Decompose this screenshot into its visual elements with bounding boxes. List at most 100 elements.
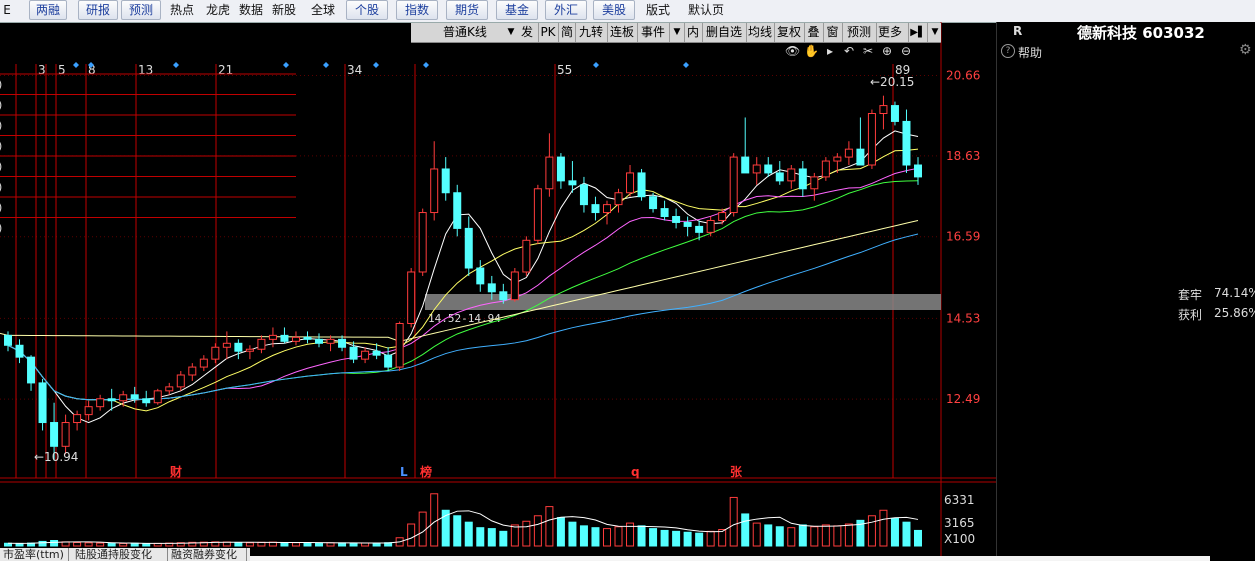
candle-body[interactable] bbox=[268, 334, 277, 340]
candle-body[interactable] bbox=[291, 336, 300, 342]
volume-bar[interactable] bbox=[73, 542, 82, 547]
candle-body[interactable] bbox=[545, 156, 554, 190]
volume-bar[interactable] bbox=[499, 530, 508, 547]
event-tag[interactable]: 张 bbox=[730, 464, 743, 479]
candle-body[interactable] bbox=[649, 196, 658, 210]
candle-body[interactable] bbox=[741, 156, 750, 174]
chart-tool-icon-5[interactable]: ⊕ bbox=[880, 44, 894, 58]
help-icon[interactable]: ? bbox=[1001, 44, 1015, 58]
candle-body[interactable] bbox=[637, 172, 646, 198]
volume-bar[interactable] bbox=[476, 527, 485, 547]
volume-bar[interactable] bbox=[706, 530, 715, 547]
toolbar-item-9[interactable]: 均线 bbox=[746, 23, 773, 42]
toolbar-item-1[interactable]: PK bbox=[538, 23, 557, 42]
candle-body[interactable] bbox=[752, 164, 761, 174]
volume-bar[interactable] bbox=[637, 525, 646, 547]
more-arrow-icon[interactable]: ▼ bbox=[927, 23, 942, 42]
candle-body[interactable] bbox=[245, 348, 254, 352]
nav-8[interactable]: 全球 bbox=[308, 0, 338, 20]
candle-body[interactable] bbox=[165, 386, 174, 392]
candle-body[interactable] bbox=[395, 322, 404, 368]
nav-16[interactable]: 默认页 bbox=[684, 0, 728, 20]
candle-body[interactable] bbox=[153, 390, 162, 404]
candle-body[interactable] bbox=[591, 204, 600, 214]
volume-bar[interactable] bbox=[430, 493, 439, 547]
event-tag[interactable]: L bbox=[400, 465, 408, 479]
chart-tool-icon-1[interactable]: ✋ bbox=[804, 44, 819, 58]
candle-body[interactable] bbox=[476, 267, 485, 285]
volume-bar[interactable] bbox=[879, 509, 888, 547]
candle-body[interactable] bbox=[729, 156, 738, 214]
toolbar-item-14[interactable]: 更多 bbox=[876, 23, 903, 42]
candle-body[interactable] bbox=[257, 338, 266, 350]
toolbar-item-4[interactable]: 连板 bbox=[607, 23, 636, 42]
nav-15[interactable]: 版式 bbox=[642, 0, 674, 20]
candle-body[interactable] bbox=[890, 105, 899, 122]
candle-body[interactable] bbox=[844, 148, 853, 158]
help-link[interactable]: 帮助 bbox=[1018, 44, 1042, 61]
candle-body[interactable] bbox=[384, 354, 393, 368]
candle-body[interactable] bbox=[130, 394, 139, 400]
candle-body[interactable] bbox=[176, 374, 185, 388]
chart-tool-icon-4[interactable]: ✂ bbox=[861, 44, 875, 58]
candle-body[interactable] bbox=[119, 394, 128, 402]
volume-bar[interactable] bbox=[902, 521, 911, 547]
bottom-tab-1[interactable]: 陆股通持股变化 bbox=[72, 548, 168, 561]
volume-bar[interactable] bbox=[844, 523, 853, 547]
volume-bar[interactable] bbox=[695, 532, 704, 547]
candle-body[interactable] bbox=[787, 168, 796, 182]
toolbar-item-7[interactable]: 内 bbox=[684, 23, 701, 42]
candle-body[interactable] bbox=[856, 148, 865, 166]
volume-bar[interactable] bbox=[315, 542, 324, 547]
volume-bar[interactable] bbox=[764, 524, 773, 547]
nav-7[interactable]: 新股 bbox=[267, 0, 301, 20]
volume-bar[interactable] bbox=[798, 524, 807, 547]
candle-body[interactable] bbox=[338, 338, 347, 348]
volume-bar[interactable] bbox=[280, 542, 289, 547]
candle-body[interactable] bbox=[810, 176, 819, 190]
volume-bar[interactable] bbox=[775, 526, 784, 547]
event-diamond-icon[interactable] bbox=[73, 62, 79, 68]
volume-bar[interactable] bbox=[867, 515, 876, 547]
candle-body[interactable] bbox=[614, 192, 623, 206]
chart-tool-icon-6[interactable]: ⊖ bbox=[899, 44, 913, 58]
nav-0[interactable]: E bbox=[0, 0, 14, 20]
candle-body[interactable] bbox=[660, 208, 669, 218]
kline-type-arrow[interactable]: ▼ bbox=[505, 23, 517, 42]
candle-body[interactable] bbox=[27, 356, 36, 384]
nav-3[interactable]: 预测 bbox=[121, 0, 161, 20]
nav-11[interactable]: 期货 bbox=[446, 0, 488, 20]
candle-body[interactable] bbox=[199, 358, 208, 368]
volume-bar[interactable] bbox=[303, 542, 312, 547]
candle-body[interactable] bbox=[602, 204, 611, 214]
toolbar-item-10[interactable]: 复权 bbox=[774, 23, 803, 42]
volume-bar[interactable] bbox=[38, 540, 47, 547]
volume-bar[interactable] bbox=[349, 542, 358, 547]
volume-bar[interactable] bbox=[234, 542, 243, 547]
candle-body[interactable] bbox=[499, 291, 508, 301]
candle-body[interactable] bbox=[326, 338, 335, 344]
toolbar-item-11[interactable]: 叠 bbox=[804, 23, 822, 42]
nav-12[interactable]: 基金 bbox=[496, 0, 538, 20]
volume-bar[interactable] bbox=[660, 529, 669, 547]
nav-1[interactable]: 两融 bbox=[29, 0, 67, 20]
toolbar-item-6[interactable]: ▼ bbox=[669, 23, 684, 42]
nav-9[interactable]: 个股 bbox=[346, 0, 388, 20]
event-tag[interactable]: 财 bbox=[169, 464, 182, 479]
horizontal-scrollbar[interactable] bbox=[250, 556, 1210, 561]
nav-13[interactable]: 外汇 bbox=[545, 0, 587, 20]
volume-bar[interactable] bbox=[890, 518, 899, 547]
candle-body[interactable] bbox=[96, 398, 105, 408]
event-diamond-icon[interactable] bbox=[173, 62, 179, 68]
event-diamond-icon[interactable] bbox=[323, 62, 329, 68]
candle-body[interactable] bbox=[107, 398, 116, 402]
toolbar-item-2[interactable]: 简 bbox=[558, 23, 575, 42]
event-diamond-icon[interactable] bbox=[683, 62, 689, 68]
candle-body[interactable] bbox=[303, 336, 312, 340]
volume-bar[interactable] bbox=[533, 515, 542, 547]
volume-bar[interactable] bbox=[556, 517, 565, 547]
volume-bar[interactable] bbox=[741, 513, 750, 547]
candle-body[interactable] bbox=[522, 239, 531, 273]
volume-bar[interactable] bbox=[683, 531, 692, 547]
candle-body[interactable] bbox=[706, 219, 715, 233]
